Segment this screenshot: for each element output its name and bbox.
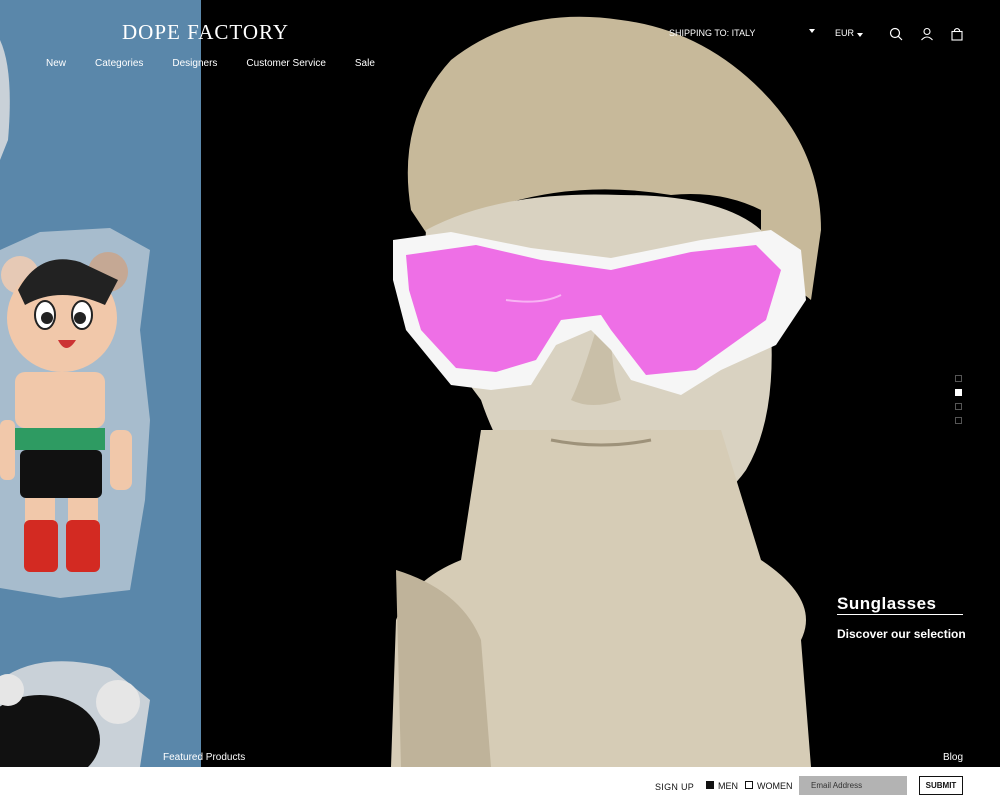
blog-link[interactable]: Blog — [943, 752, 963, 763]
search-icon[interactable] — [889, 27, 903, 41]
site-logo[interactable]: DOPE FACTORY — [122, 20, 289, 45]
slider-dot[interactable] — [955, 417, 962, 424]
slider-dot[interactable] — [955, 375, 962, 382]
chevron-down-icon[interactable] — [857, 33, 863, 37]
nav-item-designers[interactable]: Designers — [172, 58, 217, 69]
nav-item-new[interactable]: New — [46, 58, 66, 69]
shipping-selector[interactable]: SHIPPING TO: ITALY — [669, 28, 755, 38]
main-nav: New Categories Designers Customer Servic… — [46, 58, 404, 69]
slide-title-underline — [837, 614, 963, 615]
sculpture-bust-image — [391, 16, 821, 767]
slide-title[interactable]: Sunglasses — [837, 594, 937, 614]
chevron-down-icon[interactable] — [809, 29, 815, 33]
women-checkbox[interactable] — [745, 781, 753, 789]
newsletter-bar: SIGN UP MEN WOMEN SUBMIT — [0, 767, 1000, 803]
left-promo-panel[interactable] — [0, 0, 201, 767]
men-checkbox[interactable] — [706, 781, 714, 789]
women-label: WOMEN — [757, 781, 793, 791]
bag-icon[interactable] — [950, 27, 964, 41]
nav-item-customer-service[interactable]: Customer Service — [246, 58, 325, 69]
signup-label: SIGN UP — [655, 782, 695, 792]
toy-figures-image — [0, 40, 150, 767]
hero-slide[interactable] — [201, 0, 1000, 767]
slider-dot[interactable] — [955, 403, 962, 410]
submit-button[interactable]: SUBMIT — [919, 776, 963, 795]
user-icon[interactable] — [920, 27, 934, 41]
men-label: MEN — [718, 781, 738, 791]
nav-item-sale[interactable]: Sale — [355, 58, 375, 69]
email-field[interactable] — [799, 776, 907, 795]
slider-pagination — [955, 375, 962, 431]
currency-selector[interactable]: EUR — [835, 28, 854, 38]
slider-dot-active[interactable] — [955, 389, 962, 396]
featured-products-link[interactable]: Featured Products — [163, 752, 245, 763]
nav-item-categories[interactable]: Categories — [95, 58, 143, 69]
slide-cta-link[interactable]: Discover our selection — [837, 627, 966, 641]
